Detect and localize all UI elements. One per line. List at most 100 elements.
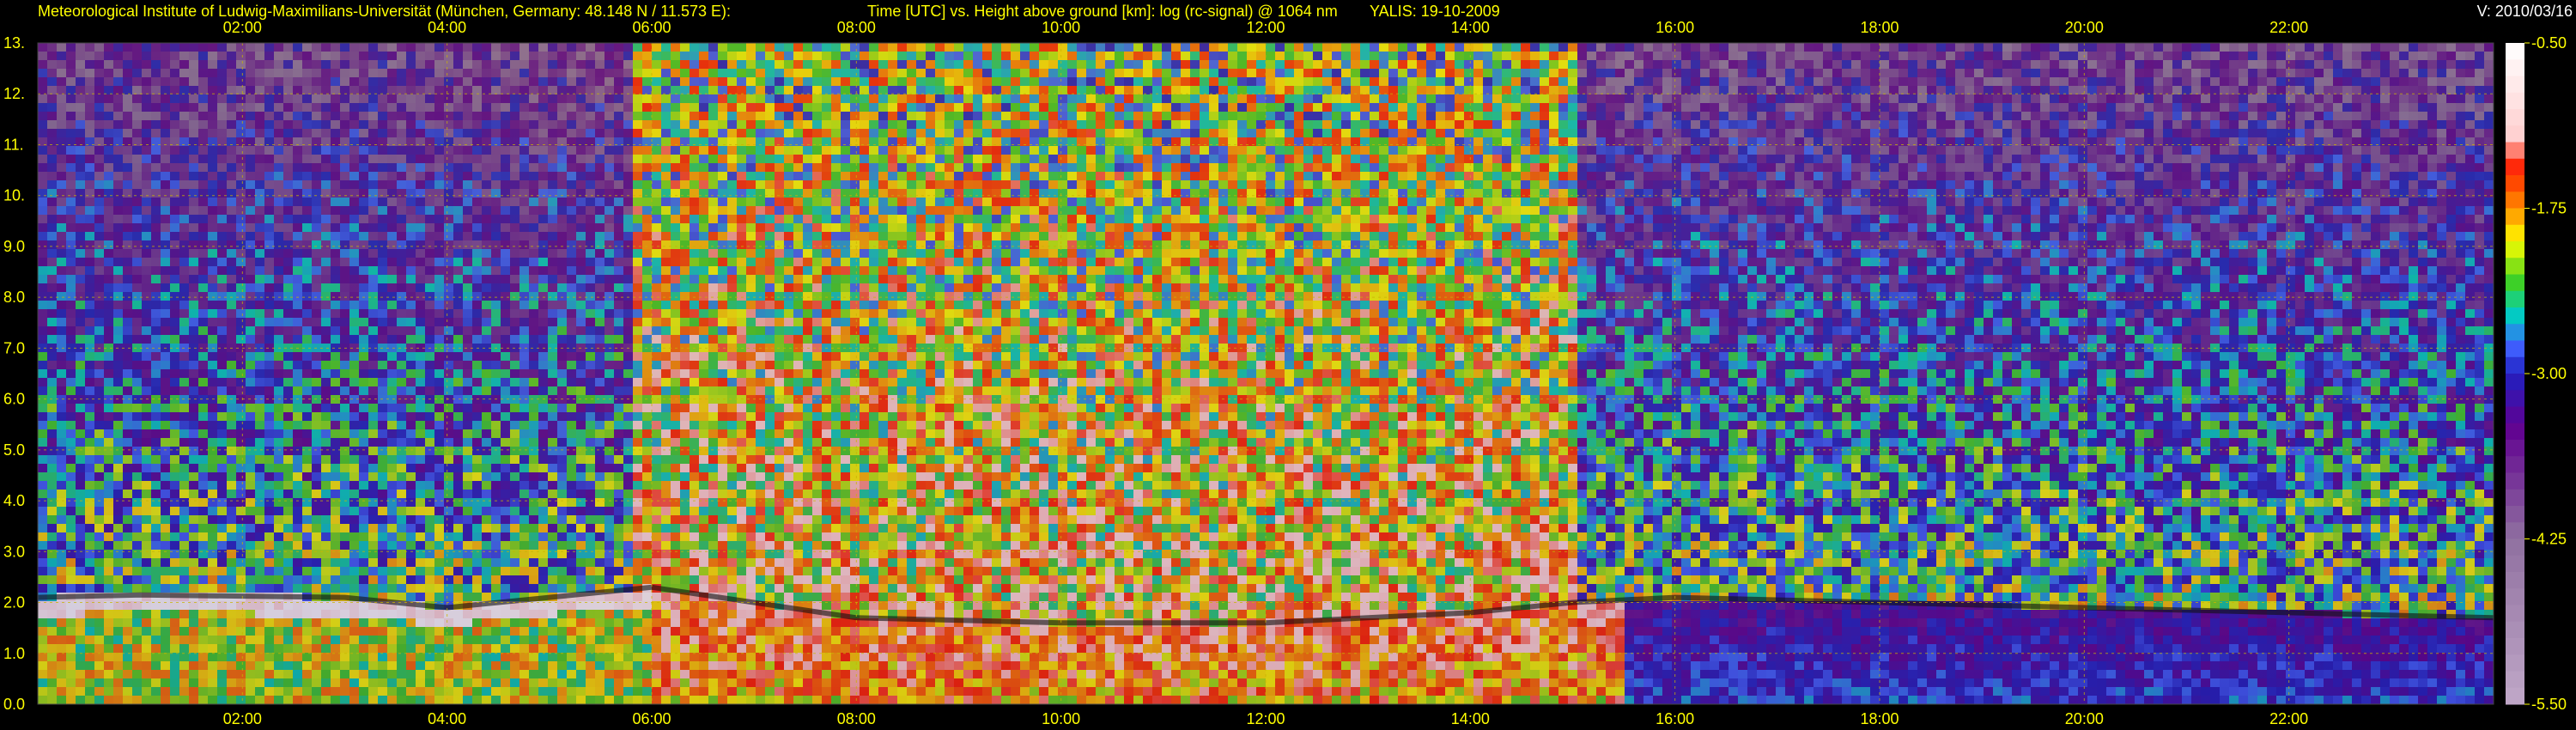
signal-cell <box>406 498 416 507</box>
signal-cell <box>113 627 123 636</box>
signal-cell <box>595 198 605 206</box>
signal-cell <box>170 120 179 129</box>
signal-cell <box>529 429 538 438</box>
signal-cell <box>293 275 302 283</box>
signal-cell <box>425 575 434 584</box>
signal-cell <box>104 610 113 618</box>
signal-cell <box>198 198 208 206</box>
signal-cell <box>614 283 623 292</box>
signal-cell <box>614 412 623 421</box>
signal-cell <box>321 386 331 395</box>
signal-cell <box>132 464 142 472</box>
signal-cell <box>85 421 94 429</box>
signal-cell <box>283 249 293 258</box>
signal-cell <box>425 507 434 515</box>
signal-cell <box>142 369 151 378</box>
signal-cell <box>170 129 179 137</box>
signal-cell <box>198 421 208 429</box>
signal-cell <box>491 447 501 455</box>
signal-cell <box>76 94 85 103</box>
signal-cell <box>501 584 510 593</box>
signal-cell <box>321 661 331 670</box>
signal-cell <box>406 661 416 670</box>
signal-cell <box>283 541 293 550</box>
signal-cell <box>47 386 57 395</box>
signal-cell <box>198 610 208 618</box>
signal-cell <box>538 584 548 593</box>
signal-cell <box>586 507 595 515</box>
signal-cell <box>557 618 567 627</box>
signal-cell <box>76 112 85 120</box>
signal-cell <box>406 464 416 472</box>
signal-cell <box>519 696 529 704</box>
signal-cell <box>406 438 416 447</box>
signal-cell <box>491 326 501 335</box>
signal-cell <box>529 472 538 481</box>
signal-cell <box>151 120 161 129</box>
signal-cell <box>217 172 227 180</box>
signal-cell <box>605 232 614 240</box>
signal-cell <box>425 77 434 86</box>
signal-cell <box>312 112 321 120</box>
signal-cell <box>198 481 208 490</box>
signal-cell <box>567 378 576 386</box>
signal-cell <box>198 155 208 163</box>
signal-cell <box>463 618 472 627</box>
signal-cell <box>161 618 170 627</box>
signal-cell <box>397 644 406 653</box>
signal-cell <box>236 507 246 515</box>
signal-cell <box>132 575 142 584</box>
signal-cell <box>142 464 151 472</box>
signal-cell <box>605 94 614 103</box>
signal-cell <box>397 550 406 558</box>
signal-cell <box>208 112 217 120</box>
signal-cell <box>538 455 548 464</box>
signal-cell <box>142 653 151 661</box>
signal-cell <box>340 421 349 429</box>
signal-cell <box>510 515 519 524</box>
signal-cell <box>38 326 47 335</box>
signal-cell <box>198 77 208 86</box>
signal-cell <box>406 361 416 369</box>
signal-cell <box>66 575 76 584</box>
signal-cell <box>331 120 340 129</box>
signal-cell <box>179 696 189 704</box>
signal-cell <box>274 678 283 687</box>
signal-cell <box>472 43 482 52</box>
signal-cell <box>519 112 529 120</box>
signal-cell <box>293 421 302 429</box>
signal-cell <box>255 532 264 541</box>
signal-cell <box>302 146 312 155</box>
signal-cell <box>472 258 482 266</box>
signal-cell <box>463 52 472 60</box>
signal-cell <box>264 43 274 52</box>
signal-cell <box>444 386 453 395</box>
signal-cell <box>264 378 274 386</box>
signal-cell <box>472 438 482 447</box>
signal-cell <box>378 627 387 636</box>
signal-cell <box>434 163 444 172</box>
signal-cell <box>538 507 548 515</box>
signal-cell <box>614 472 623 481</box>
signal-cell <box>170 43 179 52</box>
signal-cell <box>312 361 321 369</box>
signal-cell <box>349 266 359 275</box>
signal-cell <box>633 369 642 378</box>
signal-cell <box>189 404 198 412</box>
signal-cell <box>151 249 161 258</box>
signal-cell <box>123 326 132 335</box>
signal-cell <box>312 575 321 584</box>
signal-cell <box>321 567 331 575</box>
signal-cell <box>66 232 76 240</box>
signal-cell <box>76 155 85 163</box>
signal-cell <box>161 172 170 180</box>
signal-cell <box>208 69 217 77</box>
signal-cell <box>161 447 170 455</box>
signal-cell <box>142 112 151 120</box>
signal-cell <box>312 52 321 60</box>
signal-cell <box>179 120 189 129</box>
signal-cell <box>198 60 208 69</box>
signal-cell <box>255 687 264 696</box>
signal-cell <box>605 275 614 283</box>
signal-cell <box>179 369 189 378</box>
